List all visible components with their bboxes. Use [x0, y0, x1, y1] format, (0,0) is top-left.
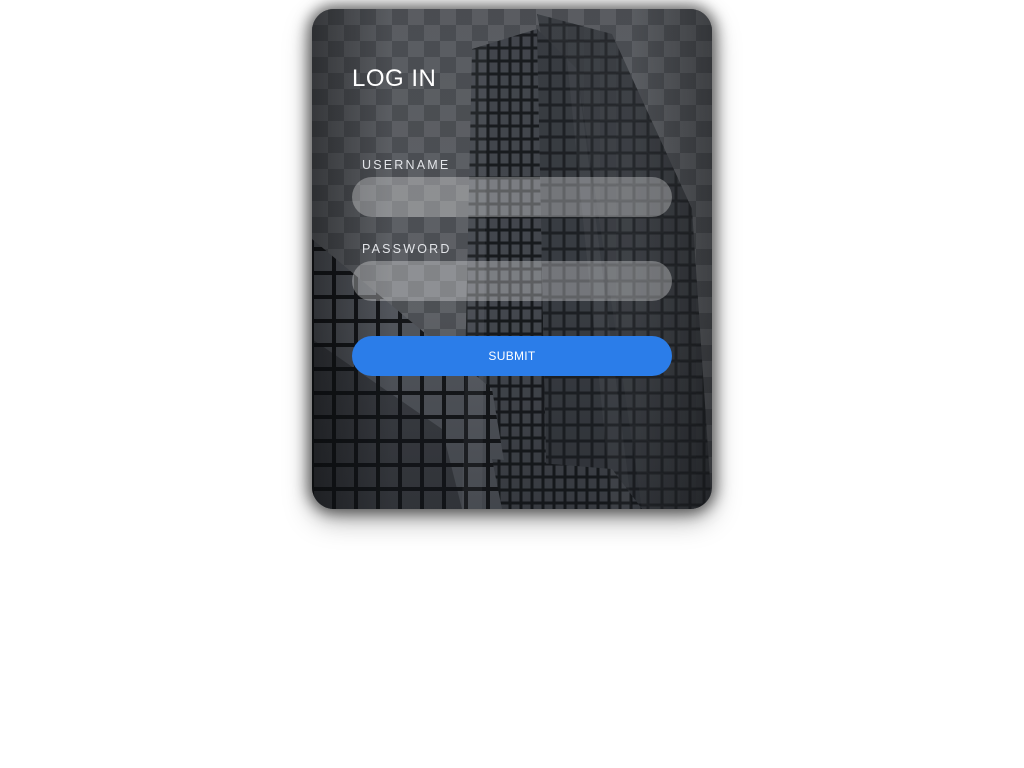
login-card: LOG IN USERNAME PASSWORD SUBMIT	[312, 9, 712, 509]
username-input[interactable]	[352, 177, 672, 217]
password-input[interactable]	[352, 261, 672, 301]
page-title: LOG IN	[352, 65, 437, 92]
submit-button[interactable]: SUBMIT	[352, 336, 672, 376]
username-label: USERNAME	[362, 158, 451, 172]
password-label: PASSWORD	[362, 242, 452, 256]
login-form: LOG IN USERNAME PASSWORD SUBMIT	[312, 9, 712, 509]
